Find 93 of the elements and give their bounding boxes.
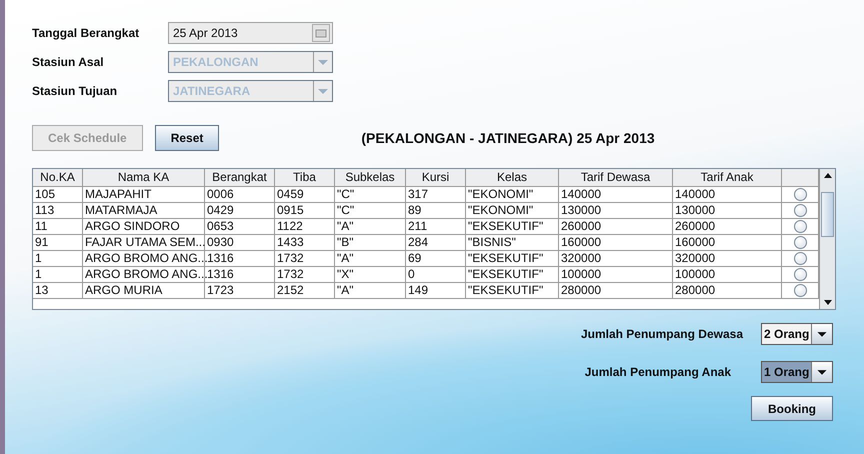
passenger-count-label: Jumlah Penumpang Dewasa — [580, 327, 743, 341]
table-cell: 13 — [33, 283, 83, 299]
booking-button[interactable]: Booking — [751, 396, 833, 421]
action-button[interactable]: Reset — [154, 125, 220, 151]
table-cell: 89 — [406, 203, 466, 219]
column-header[interactable]: Kursi — [406, 169, 466, 187]
field-label: Stasiun Asal — [32, 55, 105, 69]
table-cell: 320000 — [673, 251, 782, 267]
table-cell: 130000 — [559, 203, 673, 219]
column-header[interactable]: Nama KA — [83, 169, 205, 187]
row-radio-button[interactable] — [794, 284, 806, 297]
table-cell: 211 — [406, 219, 466, 235]
table-cell: 91 — [33, 235, 83, 251]
row-radio-button[interactable] — [794, 204, 806, 217]
table-cell: 0915 — [275, 203, 335, 219]
table-cell: 260000 — [559, 219, 673, 235]
column-header[interactable]: Kelas — [466, 169, 559, 187]
table-cell: 1316 — [205, 251, 275, 267]
table-cell: 160000 — [559, 235, 673, 251]
column-header[interactable]: Tarif Dewasa — [559, 169, 673, 187]
table-cell: "EKONOMI" — [466, 187, 559, 203]
row-radio-button[interactable] — [794, 268, 806, 281]
table-cell: 0930 — [205, 235, 275, 251]
table-cell: 160000 — [673, 235, 782, 251]
table-cell: 0006 — [205, 187, 275, 203]
table-cell: 320000 — [559, 251, 673, 267]
passenger-count-dropdown[interactable]: 1 Orang — [761, 361, 833, 383]
column-header[interactable]: Tarif Anak — [673, 169, 782, 187]
table-cell: 1723 — [205, 283, 275, 299]
table-cell: 140000 — [673, 187, 782, 203]
row-radio-button[interactable] — [794, 220, 806, 233]
table-cell: "EKSEKUTIF" — [466, 283, 559, 299]
table-cell: 1122 — [275, 219, 335, 235]
table-cell: 69 — [406, 251, 466, 267]
table-cell: 1 — [33, 267, 83, 283]
table-cell: MATARMAJA — [83, 203, 205, 219]
route-title: (PEKALONGAN - JATINEGARA) 25 Apr 2013 — [361, 130, 655, 146]
table-cell: "EKSEKUTIF" — [466, 251, 559, 267]
table-cell: "B" — [335, 235, 406, 251]
table-cell: 0653 — [205, 219, 275, 235]
table-cell: ARGO SINDORO — [83, 219, 205, 235]
table-cell: "A" — [335, 283, 406, 299]
passenger-count-label: Jumlah Penumpang Anak — [584, 365, 731, 379]
table-cell: 0459 — [275, 187, 335, 203]
table-cell: 1732 — [275, 267, 335, 283]
table-cell: 100000 — [673, 267, 782, 283]
table-cell: 11 — [33, 219, 83, 235]
row-radio-button[interactable] — [794, 188, 806, 201]
date-field[interactable]: 25 Apr 2013 — [168, 22, 333, 44]
table-cell: "A" — [335, 251, 406, 267]
scroll-thumb[interactable] — [821, 192, 834, 236]
passenger-count-dropdown[interactable]: 2 Orang — [761, 323, 833, 345]
table-cell: 1433 — [275, 235, 335, 251]
table-cell: "A" — [335, 219, 406, 235]
table-cell: MAJAPAHIT — [83, 187, 205, 203]
table-cell: 284 — [406, 235, 466, 251]
table-cell: 140000 — [559, 187, 673, 203]
field-label: Stasiun Tujuan — [32, 84, 118, 98]
table-cell: 0 — [406, 267, 466, 283]
table-cell: 105 — [33, 187, 83, 203]
table-cell: 260000 — [673, 219, 782, 235]
table-cell: 1316 — [205, 267, 275, 283]
row-radio-button[interactable] — [794, 252, 806, 265]
column-header[interactable]: Berangkat — [205, 169, 275, 187]
table-cell: ARGO MURIA — [83, 283, 205, 299]
table-cell: 1732 — [275, 251, 335, 267]
table-cell: 2152 — [275, 283, 335, 299]
table-cell: 149 — [406, 283, 466, 299]
table-cell: "EKSEKUTIF" — [466, 219, 559, 235]
column-header[interactable]: Tiba — [275, 169, 335, 187]
table-cell: "C" — [335, 187, 406, 203]
table-cell: 1 — [33, 251, 83, 267]
column-header[interactable]: Subkelas — [335, 169, 406, 187]
table-cell: 100000 — [559, 267, 673, 283]
table-cell: 0429 — [205, 203, 275, 219]
table-cell: ARGO BROMO ANG... — [83, 267, 205, 283]
table-cell: "X" — [335, 267, 406, 283]
scrollbar[interactable] — [819, 169, 835, 309]
table-cell: "EKONOMI" — [466, 203, 559, 219]
table-cell: ARGO BROMO ANG... — [83, 251, 205, 267]
table-cell: 130000 — [673, 203, 782, 219]
field-label: Tanggal Berangkat — [32, 26, 140, 40]
column-header[interactable]: No.KA — [33, 169, 83, 187]
row-radio-button[interactable] — [794, 236, 806, 249]
table-cell: 280000 — [673, 283, 782, 299]
table-cell: "BISNIS" — [466, 235, 559, 251]
table-cell: "EKSEKUTIF" — [466, 267, 559, 283]
table-cell: 280000 — [559, 283, 673, 299]
table-cell: FAJAR UTAMA SEM... — [83, 235, 205, 251]
calendar-icon[interactable] — [312, 24, 330, 42]
table-cell: 113 — [33, 203, 83, 219]
table-cell: "C" — [335, 203, 406, 219]
table-cell: 317 — [406, 187, 466, 203]
